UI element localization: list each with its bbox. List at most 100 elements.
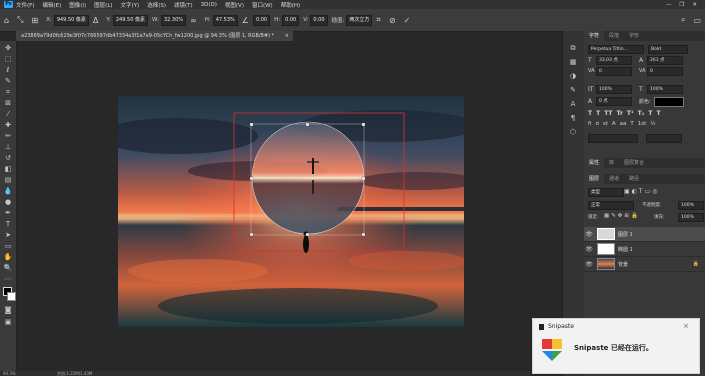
frame-tool-icon[interactable]: ⊠ bbox=[3, 98, 13, 108]
brush-settings-icon[interactable]: ✎ bbox=[568, 85, 578, 95]
3d-panel-icon[interactable]: ⬡ bbox=[568, 127, 578, 137]
minimize-icon[interactable]: — bbox=[666, 2, 672, 8]
layer-kind-filter[interactable]: 类型 bbox=[588, 188, 624, 197]
tab-layer-comps[interactable]: 图层复合 bbox=[619, 158, 649, 168]
lock-icons[interactable]: ▦✎✥⊞🔒 bbox=[604, 213, 640, 219]
brush-tool-icon[interactable]: ✏ bbox=[3, 131, 13, 141]
adjustments-panel-icon[interactable]: ◑ bbox=[568, 71, 578, 81]
type-tool-icon[interactable]: T bbox=[3, 219, 13, 229]
cancel-transform-icon[interactable]: ⊘ bbox=[389, 16, 396, 25]
warp-icon[interactable]: ⌗ bbox=[376, 15, 381, 25]
document-tab[interactable]: a23889a79d0fc629e3f07c766597db47334a3f1a… bbox=[16, 31, 293, 41]
vertical-scale-field[interactable]: 100% bbox=[596, 85, 632, 94]
leading-field[interactable]: 261 点 bbox=[647, 56, 683, 65]
move-tool-icon[interactable]: ✥ bbox=[3, 43, 13, 53]
more-tools-icon[interactable]: ⋯ bbox=[3, 274, 13, 284]
tab-paths[interactable]: 路径 bbox=[624, 174, 644, 184]
menu-type[interactable]: 文字(Y) bbox=[121, 1, 140, 9]
visibility-eye-icon[interactable]: 👁 bbox=[584, 261, 594, 268]
search-icon[interactable]: ⌕ bbox=[681, 15, 685, 25]
tab-paragraph[interactable]: 段落 bbox=[604, 31, 624, 41]
menu-3d[interactable]: 3D(D) bbox=[201, 2, 217, 8]
delta-icon[interactable]: Δ bbox=[93, 16, 98, 25]
opacity-field[interactable]: 100% bbox=[678, 201, 704, 210]
strikethrough-button[interactable]: T bbox=[656, 110, 660, 117]
tab-properties[interactable]: 属性 bbox=[584, 158, 605, 168]
tab-libraries[interactable]: 库 bbox=[604, 158, 619, 168]
stamp-tool-icon[interactable]: ⊥ bbox=[3, 142, 13, 152]
shape-tool-icon[interactable]: ▭ bbox=[3, 241, 13, 251]
gradient-tool-icon[interactable]: ▤ bbox=[3, 175, 13, 185]
document-photo[interactable] bbox=[118, 96, 464, 327]
eyedropper-tool-icon[interactable]: ⁄ bbox=[3, 109, 13, 119]
background-color-swatch[interactable] bbox=[7, 292, 16, 301]
ordinals-button[interactable]: 1st bbox=[638, 121, 647, 127]
path-select-tool-icon[interactable]: ➤ bbox=[3, 230, 13, 240]
layer-name[interactable]: 背景 bbox=[618, 261, 628, 268]
font-size-field[interactable]: 33.03 点 bbox=[596, 56, 632, 65]
all-caps-button[interactable]: TT bbox=[604, 110, 612, 117]
notification-close-icon[interactable]: × bbox=[683, 322, 689, 330]
link-icon[interactable]: ∞ bbox=[190, 16, 197, 25]
superscript-button[interactable]: T¹ bbox=[627, 110, 634, 117]
titling-button[interactable]: T bbox=[630, 121, 633, 127]
blur-tool-icon[interactable]: 💧 bbox=[3, 186, 13, 196]
hskew-field[interactable]: 0.00 bbox=[282, 14, 300, 26]
pen-tool-icon[interactable]: ✒ bbox=[3, 208, 13, 218]
text-color-swatch[interactable] bbox=[654, 97, 684, 107]
document-close-icon[interactable]: × bbox=[285, 31, 289, 41]
zoom-tool-icon[interactable]: 🔍 bbox=[3, 263, 13, 273]
layer-name[interactable]: 椭圆 1 bbox=[618, 246, 633, 253]
menu-window[interactable]: 窗口(W) bbox=[252, 1, 273, 9]
stylistic-alternates-button[interactable]: aa bbox=[620, 121, 627, 127]
layer-filter-icons[interactable]: ▣◐T▭◎ bbox=[624, 188, 659, 195]
reference-point-icon[interactable]: ⊞ bbox=[31, 16, 38, 25]
lasso-tool-icon[interactable]: ℓ bbox=[3, 65, 13, 75]
baseline-field[interactable]: 0 点 bbox=[596, 97, 632, 106]
font-style-select[interactable]: Bold bbox=[648, 45, 688, 54]
character-panel-icon[interactable]: A bbox=[568, 99, 578, 109]
layer-row[interactable]: 👁 背景 🔒 bbox=[584, 257, 705, 272]
small-caps-button[interactable]: Tr bbox=[617, 110, 623, 117]
dodge-tool-icon[interactable]: ● bbox=[3, 197, 13, 207]
layer-name[interactable]: 图层 1 bbox=[618, 231, 633, 238]
menu-edit[interactable]: 编辑(E) bbox=[42, 1, 61, 9]
menu-file[interactable]: 文件(F) bbox=[16, 1, 34, 9]
tab-character[interactable]: 字符 bbox=[584, 31, 605, 41]
tab-glyphs[interactable]: 字形 bbox=[624, 31, 644, 41]
menu-filter[interactable]: 滤镜(T) bbox=[174, 1, 193, 9]
font-family-select[interactable]: Perpetua Titlin... bbox=[588, 45, 644, 54]
menu-view[interactable]: 视图(V) bbox=[225, 1, 244, 9]
discretionary-ligature-button[interactable]: st bbox=[603, 121, 608, 127]
horizontal-scale-field[interactable]: 100% bbox=[647, 85, 683, 94]
restore-icon[interactable]: ❐ bbox=[679, 2, 684, 8]
faux-bold-button[interactable]: T bbox=[588, 110, 592, 117]
y-field[interactable]: 249.50 像素 bbox=[112, 14, 148, 26]
history-panel-icon[interactable]: ⧉ bbox=[568, 43, 578, 53]
screen-mode-icon[interactable]: ▣ bbox=[3, 317, 13, 327]
marquee-tool-icon[interactable]: ⬚ bbox=[3, 54, 13, 64]
interp-select[interactable]: 两次立方 bbox=[346, 14, 373, 26]
layer-row[interactable]: 👁 图层 1 bbox=[584, 227, 705, 242]
tracking-field[interactable]: 0 bbox=[647, 67, 683, 76]
underline-button[interactable]: T bbox=[648, 110, 652, 117]
faux-italic-button[interactable]: T bbox=[596, 110, 600, 117]
menu-select[interactable]: 选择(S) bbox=[147, 1, 166, 9]
home-icon[interactable]: ⌂ bbox=[4, 16, 9, 25]
blend-mode-select[interactable]: 正常 bbox=[588, 201, 634, 210]
hand-tool-icon[interactable]: ✋ bbox=[3, 252, 13, 262]
swash-button[interactable]: A bbox=[612, 121, 616, 127]
fill-field[interactable]: 100% bbox=[678, 213, 704, 222]
quick-mask-icon[interactable]: ◙ bbox=[3, 305, 13, 315]
close-icon[interactable]: ✕ bbox=[692, 2, 697, 8]
anti-alias-select[interactable] bbox=[646, 134, 682, 143]
tab-layers[interactable]: 图层 bbox=[584, 174, 605, 184]
healing-tool-icon[interactable]: ✚ bbox=[3, 120, 13, 130]
swatches-panel-icon[interactable]: ▦ bbox=[568, 57, 578, 67]
language-select[interactable] bbox=[588, 134, 638, 143]
visibility-eye-icon[interactable]: 👁 bbox=[584, 231, 594, 238]
x-field[interactable]: 949.50 像素 bbox=[53, 14, 89, 26]
menu-help[interactable]: 帮助(H) bbox=[281, 1, 300, 9]
quick-select-tool-icon[interactable]: ✎ bbox=[3, 76, 13, 86]
angle-field[interactable]: 0.00 bbox=[252, 14, 271, 26]
